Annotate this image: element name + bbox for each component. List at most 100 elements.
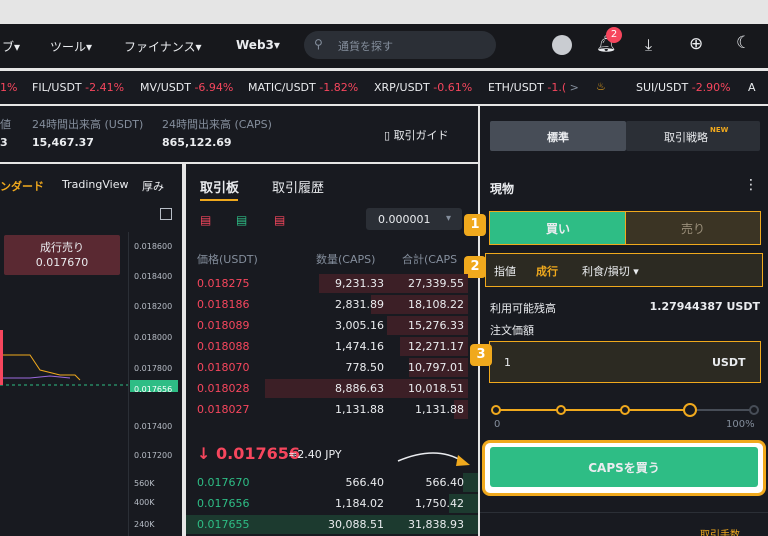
header-price: 価格(USDT) xyxy=(197,253,258,266)
ask-price: 0.018088 xyxy=(197,340,250,353)
amount-input[interactable]: 1 USDT xyxy=(489,341,761,383)
chart-tab-standard[interactable]: ンダード xyxy=(0,178,44,194)
slider-step[interactable] xyxy=(491,405,501,415)
order-type-market[interactable]: 成行 xyxy=(536,263,558,279)
price-tick: 0.018600 xyxy=(134,242,173,251)
search-icon: ⚲ xyxy=(314,37,323,51)
bid-qty: 1,184.02 xyxy=(335,497,384,510)
ticker-item-eth[interactable]: ETH/USDT -1.( > xyxy=(488,81,579,94)
volume-usdt-label: 24時間出来高 (USDT) xyxy=(32,118,144,131)
ask-total: 15,276.33 xyxy=(408,319,464,332)
slider-step[interactable] xyxy=(620,405,630,415)
ticker-item-fil[interactable]: FIL/USDT -2.41% xyxy=(32,81,124,94)
header-qty: 数量(CAPS) xyxy=(316,253,376,266)
buy-caps-button[interactable]: CAPSを買う xyxy=(490,447,758,487)
sell-tab[interactable]: 売り xyxy=(625,211,761,245)
bid-price: 0.017656 xyxy=(197,497,250,510)
view-bids-icon[interactable]: ▤ xyxy=(236,213,247,227)
view-both-icon[interactable]: ▤ xyxy=(200,213,211,227)
volume-usdt-value: 15,467.37 xyxy=(32,136,94,149)
chart-tab-depth[interactable]: 厚み xyxy=(142,178,164,194)
nav-item-tools[interactable]: ツール▾ xyxy=(50,38,92,55)
ask-price: 0.018027 xyxy=(197,403,250,416)
ticker-item-mv[interactable]: MV/USDT -6.94% xyxy=(140,81,233,94)
price-chart xyxy=(0,330,128,386)
order-value-label: 注文価額 xyxy=(490,324,534,337)
mode-strategy-tab[interactable]: 取引戦略 NEW xyxy=(626,121,760,151)
ask-price: 0.018089 xyxy=(197,319,250,332)
trading-guide-link[interactable]: ▯ 取引ガイド xyxy=(384,127,449,143)
chart-line-purple xyxy=(0,375,71,379)
callout-arrow xyxy=(397,452,470,466)
bid-price: 0.017670 xyxy=(197,476,250,489)
ask-total: 27,339.55 xyxy=(408,277,464,290)
download-icon[interactable]: ⤓ xyxy=(645,35,652,55)
tab-underline xyxy=(200,199,238,201)
ask-qty: 9,231.33 xyxy=(335,277,384,290)
order-type-limit[interactable]: 指値 xyxy=(494,263,516,279)
avatar[interactable] xyxy=(552,35,572,55)
order-type-tpsl[interactable]: 利食/損切 ▾ xyxy=(582,263,639,279)
ask-price: 0.018028 xyxy=(197,382,250,395)
slider-handle[interactable] xyxy=(683,403,697,417)
stats-value-left: 3 xyxy=(0,136,8,149)
nav-item-0[interactable]: ブ▾ xyxy=(2,38,20,55)
fee-link[interactable]: 取引手数 xyxy=(700,526,740,536)
tab-orderbook[interactable]: 取引板 xyxy=(200,177,239,196)
ticker-item-sui[interactable]: SUI/USDT -2.90% xyxy=(636,81,731,94)
volume-tick: 560K xyxy=(134,479,155,488)
ask-qty: 3,005.16 xyxy=(335,319,384,332)
moon-icon[interactable]: ☾ xyxy=(736,33,751,53)
volume-tick: 400K xyxy=(134,498,155,507)
market-sell-button[interactable]: 成行売り 0.017670 xyxy=(4,235,120,275)
bid-total: 1,750.42 xyxy=(415,497,464,510)
ticker-item-a[interactable]: A xyxy=(748,81,756,94)
last-price-jpy: ≈2.40 JPY xyxy=(288,448,342,461)
price-tick: 0.017400 xyxy=(134,422,173,431)
stats-label-left: 値 xyxy=(0,118,11,131)
ticker-change-0[interactable]: 1% xyxy=(0,81,17,94)
globe-icon[interactable]: ⊕ xyxy=(689,34,703,54)
ask-qty: 8,886.63 xyxy=(335,382,384,395)
nav-item-finance[interactable]: ファイナンス▾ xyxy=(124,38,202,55)
price-tick: 0.018200 xyxy=(134,302,173,311)
ask-total: 10,018.51 xyxy=(408,382,464,395)
mode-standard-tab[interactable]: 標準 xyxy=(490,121,626,151)
volume-caps-value: 865,122.69 xyxy=(162,136,232,149)
ask-price: 0.018070 xyxy=(197,361,250,374)
new-badge: NEW xyxy=(710,126,729,134)
panel-divider xyxy=(480,512,768,513)
search-placeholder: 通貨を探す xyxy=(338,40,393,53)
price-tick: 0.018400 xyxy=(134,272,173,281)
slider-step[interactable] xyxy=(556,405,566,415)
ask-qty: 2,831.89 xyxy=(335,298,384,311)
chart-candle-red xyxy=(0,330,3,385)
book-icon: ▯ xyxy=(384,129,394,142)
nav-item-web3[interactable]: Web3▾ xyxy=(236,38,280,52)
bid-price: 0.017655 xyxy=(197,518,250,531)
chart-tab-tradingview[interactable]: TradingView xyxy=(62,178,128,191)
ask-qty: 1,474.16 xyxy=(335,340,384,353)
volume-tick: 240K xyxy=(134,520,155,529)
ticker-item-matic[interactable]: MATIC/USDT -1.82% xyxy=(248,81,358,94)
ask-total: 18,108.22 xyxy=(408,298,464,311)
ask-qty: 1,131.88 xyxy=(335,403,384,416)
header-total: 合計(CAPS xyxy=(402,253,458,266)
chevron-down-icon: ▾ xyxy=(446,213,452,224)
last-price: ↓ 0.017656 xyxy=(197,444,300,463)
bid-qty: 30,088.51 xyxy=(328,518,384,531)
slider-step[interactable] xyxy=(749,405,759,415)
fullscreen-icon[interactable] xyxy=(160,208,172,220)
slider-max: 100% xyxy=(726,419,755,430)
ask-total: 1,131.88 xyxy=(415,403,464,416)
buy-tab[interactable]: 買い xyxy=(489,211,627,245)
search-input[interactable]: ⚲ 通貨を探す xyxy=(304,31,496,59)
ask-price: 0.018275 xyxy=(197,277,250,290)
available-value: 1.27944387 USDT xyxy=(649,300,760,313)
precision-select[interactable]: 0.000001 ▾ xyxy=(366,208,462,230)
ask-qty: 778.50 xyxy=(345,361,385,374)
tab-trade-history[interactable]: 取引履歴 xyxy=(272,177,324,196)
more-icon[interactable]: ⋮ xyxy=(744,177,758,193)
view-asks-icon[interactable]: ▤ xyxy=(274,213,285,227)
ticker-item-xrp[interactable]: XRP/USDT -0.61% xyxy=(374,81,472,94)
